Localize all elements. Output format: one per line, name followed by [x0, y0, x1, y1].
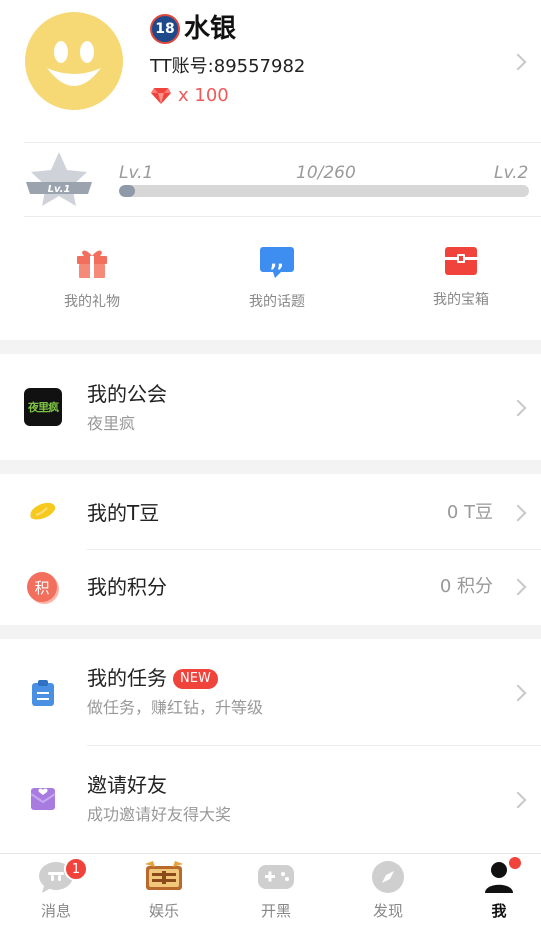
gift-icon	[77, 250, 107, 278]
gem-count: x 100	[178, 85, 229, 106]
avatar[interactable]	[25, 12, 123, 110]
guild-logo: 夜里疯	[24, 388, 62, 426]
tasks-subtitle: 做任务，赚红钻，升等级	[87, 698, 264, 717]
points-title: 我的积分	[87, 575, 167, 599]
section-separator	[0, 340, 541, 354]
chevron-right-icon	[509, 504, 527, 522]
shortcut-label: 我的宝箱	[433, 292, 489, 308]
level-progress-text: 10/260	[296, 163, 356, 183]
star-badge-icon: Lv.1	[26, 152, 92, 206]
smiley-face-icon	[47, 41, 101, 86]
account-id: TT账号:89557982	[150, 56, 306, 77]
invite-envelope-icon	[30, 788, 56, 810]
invite-subtitle: 成功邀请好友得大奖	[87, 805, 232, 824]
shortcut-label: 我的话题	[249, 294, 305, 310]
my-points-row[interactable]: 积 我的积分 0 积分	[0, 550, 541, 625]
tab-messages[interactable]: 消息	[2, 860, 110, 921]
red-diamond-icon	[151, 88, 171, 104]
points-icon-char: 积	[34, 578, 50, 597]
tab-me[interactable]: 我	[445, 860, 541, 921]
level-progress-bar	[119, 185, 529, 197]
tdou-bean-icon	[30, 502, 56, 520]
gamepad-icon	[258, 865, 294, 889]
level-progress-fill	[119, 185, 135, 197]
clipboard-icon	[32, 680, 54, 706]
guild-name: 夜里疯	[87, 414, 136, 433]
tdou-balance: 0 T豆	[446, 502, 493, 523]
unread-count-badge: 1	[64, 857, 88, 881]
chevron-right-icon	[509, 791, 527, 809]
tab-label: 娱乐	[148, 902, 179, 920]
tasks-title-line: 我的任务 NEW	[87, 665, 218, 691]
section-separator	[0, 460, 541, 474]
chevron-right-icon	[509, 399, 527, 417]
tasks-title: 我的任务	[87, 666, 167, 690]
my-tasks-row[interactable]: 我的任务 NEW 做任务，赚红钻，升等级	[0, 639, 541, 745]
svg-text:,,: ,,	[270, 251, 284, 272]
age-rating-badge: 18	[150, 14, 180, 44]
shortcut-label: 我的礼物	[64, 294, 120, 310]
profile-header[interactable]: 18 水银 TT账号:89557982 x 100	[0, 0, 541, 128]
shortcut-my-gifts[interactable]: 我的礼物	[2, 245, 182, 311]
chevron-right-icon	[509, 578, 527, 596]
compass-icon	[372, 861, 404, 893]
guild-title: 我的公会	[87, 382, 167, 406]
level-badge: Lv.1	[24, 150, 94, 214]
tab-label: 消息	[40, 902, 71, 920]
current-level: Lv.1	[119, 163, 154, 183]
points-icon: 积	[27, 572, 57, 602]
treasure-map-icon	[145, 861, 183, 890]
topic-icon: ,,	[260, 247, 294, 278]
tab-label: 发现	[372, 902, 403, 920]
shortcut-my-treasure[interactable]: 我的宝箱	[371, 245, 541, 309]
divider	[24, 216, 541, 217]
tab-entertainment[interactable]: 娱乐	[110, 860, 218, 921]
my-tdou-row[interactable]: 我的T豆 0 T豆	[0, 474, 541, 549]
tab-discover[interactable]: 发现	[334, 860, 442, 921]
gem-balance: x 100	[150, 84, 229, 108]
points-balance: 0 积分	[439, 576, 493, 597]
nickname: 水银	[184, 14, 237, 44]
invite-title: 邀请好友	[87, 773, 167, 797]
level-badge-text: Lv.1	[48, 184, 71, 195]
tab-label: 我	[491, 902, 507, 920]
chevron-right-icon	[509, 53, 527, 71]
new-badge: NEW	[173, 669, 218, 689]
tab-bar-border	[0, 853, 541, 854]
tab-gaming[interactable]: 开黑	[222, 860, 330, 921]
chevron-right-icon	[509, 684, 527, 702]
notification-dot	[509, 857, 521, 869]
divider	[24, 142, 541, 143]
tab-label: 开黑	[260, 902, 291, 920]
guild-logo-text: 夜里疯	[28, 401, 59, 414]
next-level: Lv.2	[494, 163, 529, 183]
tdou-title: 我的T豆	[87, 501, 160, 525]
treasure-chest-icon	[445, 247, 477, 275]
shortcut-my-topics[interactable]: ,, 我的话题	[187, 245, 367, 311]
my-guild-row[interactable]: 夜里疯 我的公会 夜里疯	[0, 354, 541, 460]
invite-friends-row[interactable]: 邀请好友 成功邀请好友得大奖	[0, 746, 541, 852]
section-separator	[0, 625, 541, 639]
